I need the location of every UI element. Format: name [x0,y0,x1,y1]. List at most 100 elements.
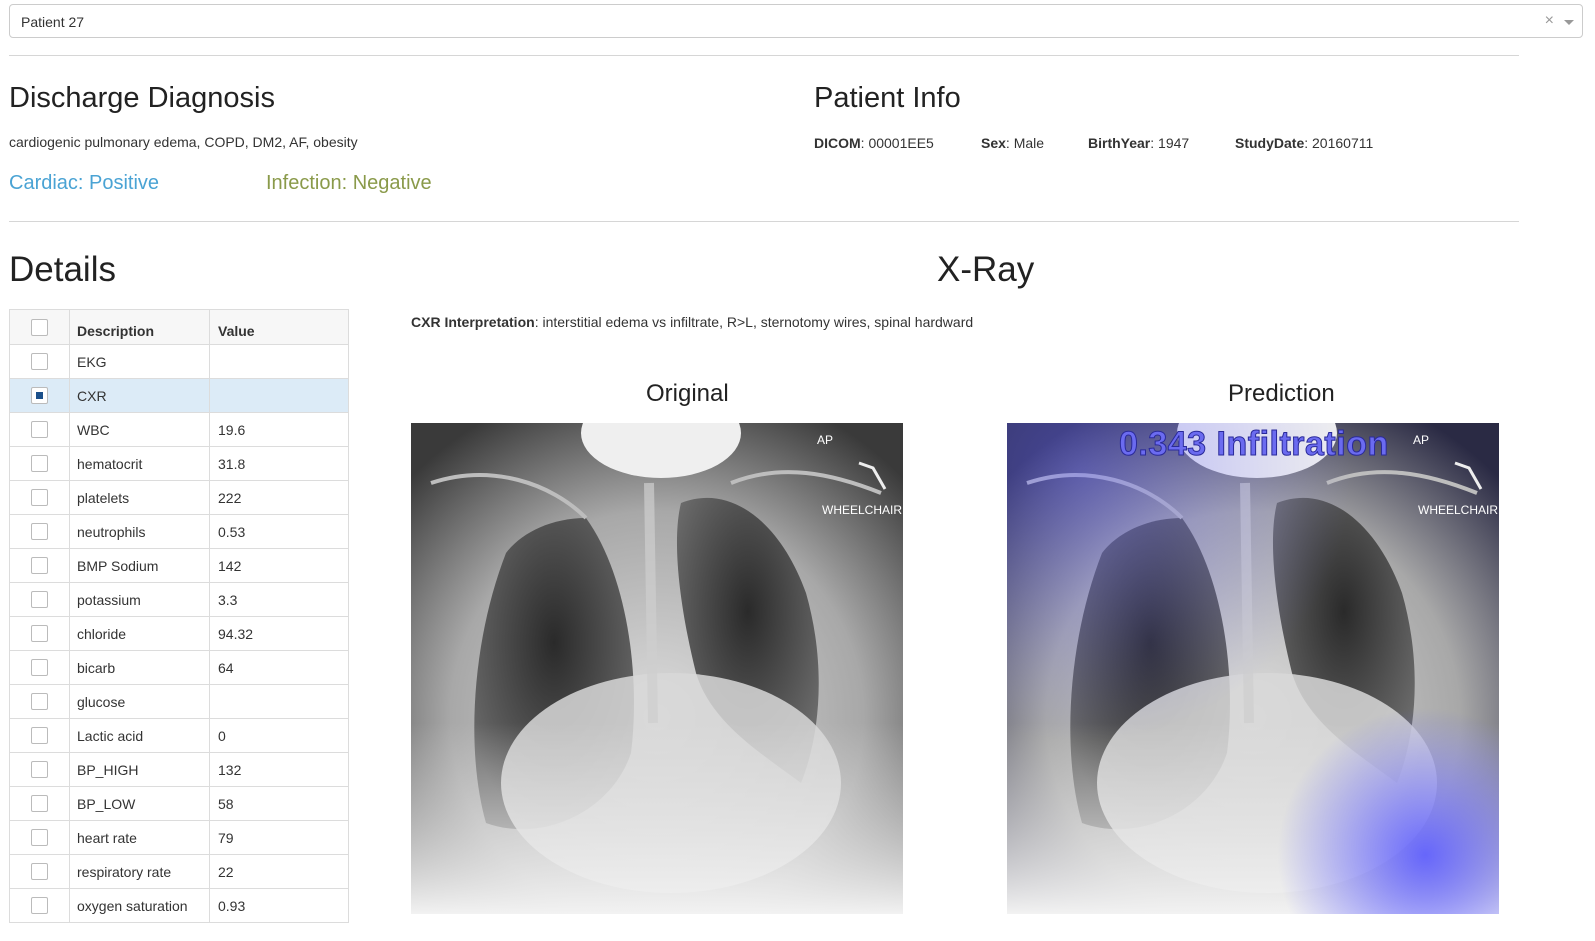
row-value: 22 [218,863,234,880]
infection-status: Infection: Negative [266,172,432,194]
row-checkbox[interactable] [31,761,48,778]
row-value: 0 [218,727,226,744]
row-description: BP_LOW [70,787,210,820]
discharge-diagnosis-title: Discharge Diagnosis [9,82,275,114]
row-description: EKG [70,345,210,378]
details-table: Description Value EKG CXR WBC 19.6 hematocri… [9,309,349,923]
row-description: platelets [70,481,210,514]
clear-icon[interactable]: × [1545,12,1554,30]
cxr-interpretation-label: CXR Interpretation [411,314,535,330]
divider [9,55,1519,56]
wheelchair-marker: WHEELCHAIR [1418,503,1498,517]
table-row[interactable]: hematocrit 31.8 [10,447,348,481]
table-row[interactable]: glucose [10,685,348,719]
cardiac-status: Cardiac: Positive [9,172,160,194]
row-value [210,345,348,378]
table-header-row: Description Value [10,310,348,345]
column-header-value[interactable]: Value [210,310,348,344]
table-row[interactable]: EKG [10,345,348,379]
row-checkbox[interactable] [31,625,48,642]
row-description: chloride [70,617,210,650]
row-description: CXR [70,379,210,412]
row-value: 132 [218,761,242,778]
row-value: 79 [218,829,234,846]
row-checkbox[interactable] [31,523,48,540]
patient-select[interactable]: Patient 27 × [9,4,1583,38]
table-row[interactable]: neutrophils 0.53 [10,515,348,549]
row-checkbox[interactable] [31,557,48,574]
studydate-label: StudyDate [1235,135,1305,151]
row-description: hematocrit [70,447,210,480]
row-checkbox[interactable] [31,353,48,370]
ap-marker: AP [1413,433,1429,447]
sex-field: Sex: Male [981,135,1044,151]
xray-title: X-Ray [937,250,1035,289]
row-value: 19.6 [218,421,246,438]
row-description: WBC [70,413,210,446]
table-row[interactable]: platelets 222 [10,481,348,515]
table-row[interactable]: oxygen saturation 0.93 [10,889,348,923]
row-value: 64 [218,659,234,676]
table-row[interactable]: respiratory rate 22 [10,855,348,889]
select-all-checkbox[interactable] [31,318,48,336]
studydate-value: : 20160711 [1304,135,1374,151]
row-checkbox[interactable] [31,829,48,846]
ap-marker: AP [817,433,833,447]
table-row[interactable]: chloride 94.32 [10,617,348,651]
row-description: bicarb [70,651,210,684]
row-description: heart rate [70,821,210,854]
row-checkbox[interactable] [31,897,48,914]
table-row[interactable]: heart rate 79 [10,821,348,855]
table-row[interactable]: WBC 19.6 [10,413,348,447]
table-row[interactable]: BP_HIGH 132 [10,753,348,787]
divider [9,221,1519,222]
table-row[interactable]: CXR [10,379,348,413]
row-value [210,379,348,412]
row-checkbox[interactable] [31,795,48,812]
row-checkbox[interactable] [31,591,48,608]
table-row[interactable]: bicarb 64 [10,651,348,685]
row-description: oxygen saturation [70,889,210,922]
row-value: 0.93 [218,897,246,914]
table-row[interactable]: BP_LOW 58 [10,787,348,821]
row-checkbox[interactable] [31,727,48,744]
column-header-description[interactable]: Description [70,310,210,344]
row-checkbox[interactable] [31,455,48,472]
prediction-title: Prediction [1228,380,1335,407]
row-checkbox[interactable] [31,489,48,506]
row-value: 31.8 [218,455,246,472]
original-title: Original [646,380,729,407]
table-row[interactable]: potassium 3.3 [10,583,348,617]
row-checkbox[interactable] [31,863,48,880]
chevron-down-icon[interactable] [1564,20,1574,25]
details-title: Details [9,250,116,289]
patient-select-value: Patient 27 [21,14,85,30]
prediction-xray-image: AP WHEELCHAIR 0.343 Infiltration [1007,423,1499,914]
birthyear-field: BirthYear: 1947 [1088,135,1189,151]
prediction-label: 0.343 Infiltration [1119,425,1389,464]
dicom-field: DICOM: 00001EE5 [814,135,934,151]
row-checkbox[interactable] [31,693,48,710]
row-checkbox[interactable] [31,421,48,438]
row-value: 94.32 [218,625,254,642]
diagnosis-text: cardiogenic pulmonary edema, COPD, DM2, … [9,134,358,150]
row-description: BMP Sodium [70,549,210,582]
cxr-interpretation: CXR Interpretation: interstitial edema v… [411,314,973,330]
original-xray-image: AP WHEELCHAIR [411,423,903,914]
birthyear-value: : 1947 [1150,135,1190,151]
sex-value: : Male [1005,135,1045,151]
dicom-value: : 00001EE5 [860,135,934,151]
row-description: glucose [70,685,210,718]
row-checkbox[interactable] [31,387,48,404]
table-row[interactable]: BMP Sodium 142 [10,549,348,583]
birthyear-label: BirthYear [1088,135,1151,151]
table-row[interactable]: Lactic acid 0 [10,719,348,753]
row-checkbox[interactable] [31,659,48,676]
row-description: potassium [70,583,210,616]
row-value [210,685,348,718]
row-value: 142 [218,557,242,574]
row-description: respiratory rate [70,855,210,888]
row-value: 58 [218,795,234,812]
row-description: neutrophils [70,515,210,548]
row-description: BP_HIGH [70,753,210,786]
